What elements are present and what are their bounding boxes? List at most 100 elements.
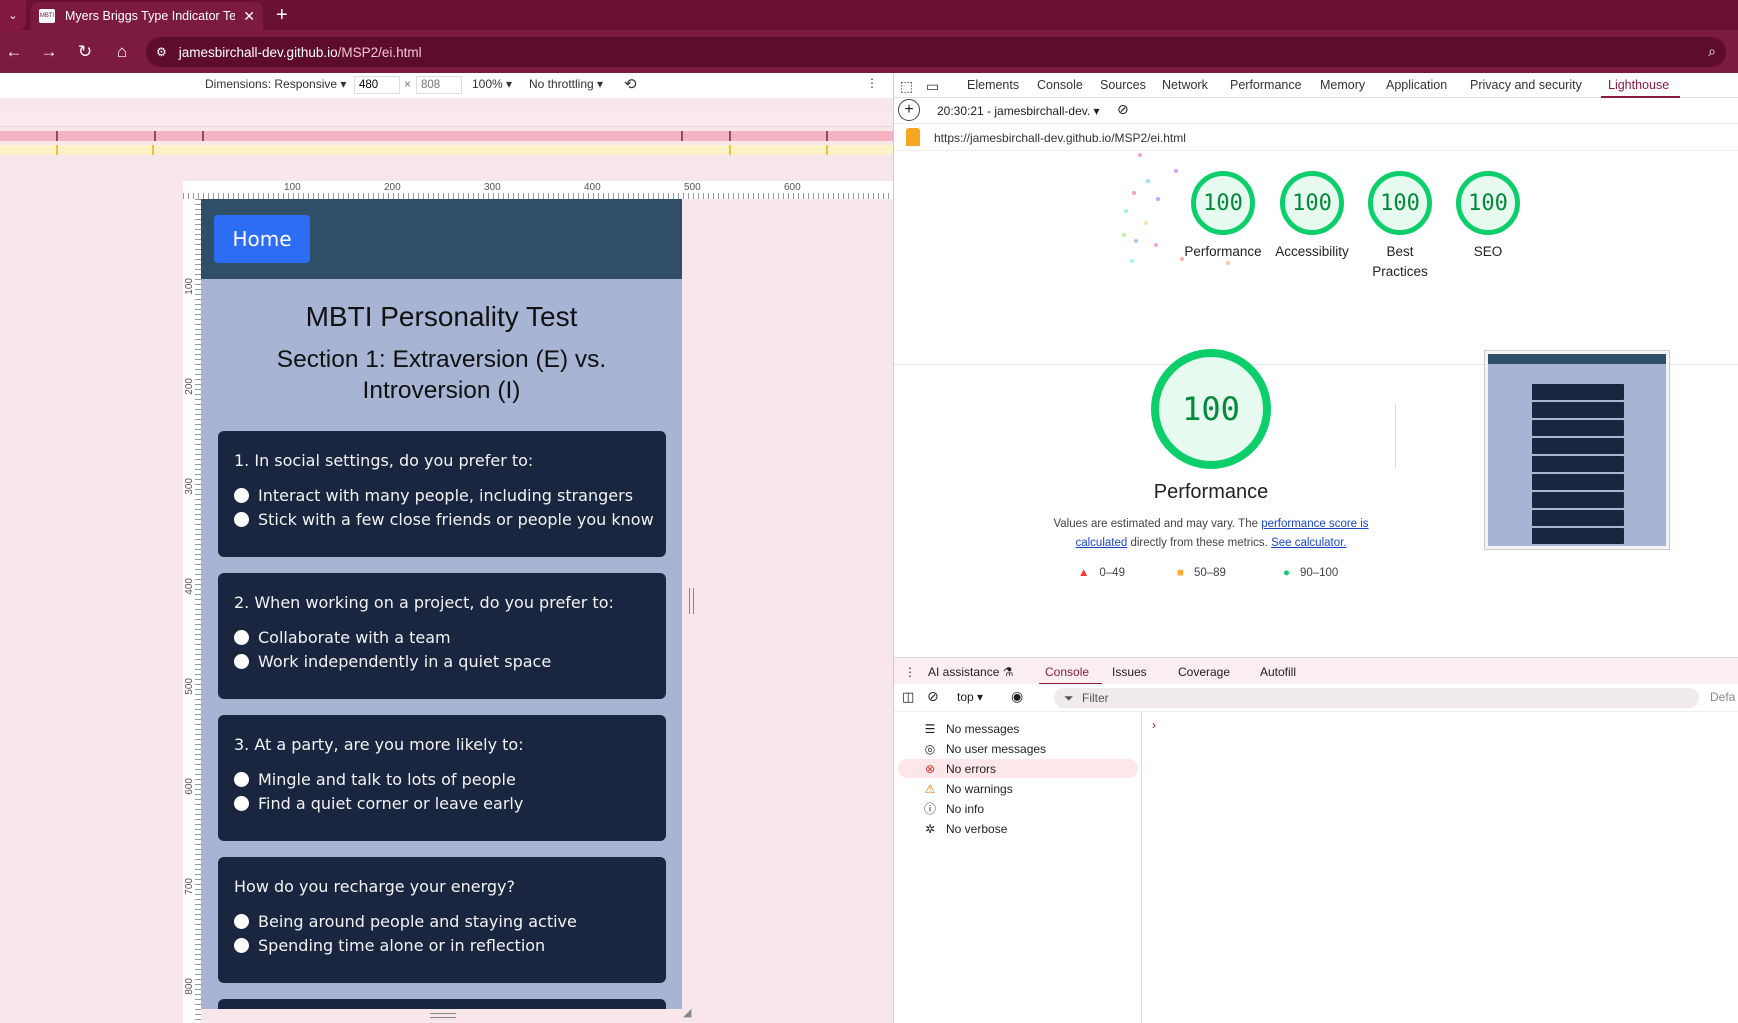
more-options-icon[interactable]: ⋮ <box>866 76 878 90</box>
ruler-label: 600 <box>184 778 195 795</box>
arrow-right-icon: → <box>40 42 58 61</box>
media-query-row-2[interactable] <box>0 131 893 141</box>
sidebar-item-messages[interactable]: ☰ No messages <box>898 719 1138 738</box>
console-filter-input[interactable]: ⏷ Filter <box>1054 688 1699 708</box>
zoom-dropdown[interactable]: 100% ▾ <box>472 77 512 91</box>
answer-option[interactable]: Work independently in a quiet space <box>234 652 551 671</box>
tab-console[interactable]: Console <box>1037 78 1083 92</box>
url-host: jamesbirchall-dev.github.io <box>178 44 338 60</box>
site-info-icon[interactable]: ⚙ <box>156 45 167 59</box>
radio-button[interactable] <box>234 914 249 929</box>
legend-range: 50–89 <box>1193 567 1226 579</box>
tab-network[interactable]: Network <box>1162 78 1208 92</box>
address-bar[interactable]: ⚙ jamesbirchall-dev.github.io/MSP2/ei.ht… <box>146 37 1726 67</box>
media-query-row-3[interactable] <box>0 145 893 155</box>
close-icon[interactable]: ✕ <box>243 8 255 25</box>
question-text: 3. At a party, are you more likely to: <box>234 735 524 754</box>
eye-icon[interactable]: ◉ <box>1011 688 1023 705</box>
sidebar-item-user-messages[interactable]: ◎ No user messages <box>898 739 1138 758</box>
reload-button[interactable]: ↻ <box>72 39 98 65</box>
main-score-label: Performance <box>1153 481 1269 503</box>
media-tick <box>826 145 828 155</box>
score-gauge-seo[interactable]: 100 SEO <box>1456 171 1520 262</box>
tab-performance[interactable]: Performance <box>1230 78 1302 92</box>
final-screenshot-thumbnail[interactable] <box>1484 350 1670 550</box>
tab-ai-assistance[interactable]: AI assistance ⚗ <box>928 665 1013 679</box>
report-selector[interactable]: 20:30:21 - jamesbirchall-dev. ▾ <box>937 104 1100 118</box>
width-input[interactable] <box>354 76 400 94</box>
add-report-icon[interactable]: + <box>898 99 920 121</box>
default-levels-dropdown[interactable]: Defa <box>1710 690 1735 704</box>
radio-button[interactable] <box>234 796 249 811</box>
answer-option[interactable]: Spending time alone or in reflection <box>234 936 545 955</box>
tab-application[interactable]: Application <box>1386 78 1447 92</box>
option-label: Mingle and talk to lots of people <box>258 770 516 789</box>
answer-option[interactable]: Collaborate with a team <box>234 628 451 647</box>
legend-fail: ▲ 0–49 <box>1078 567 1125 579</box>
home-button[interactable]: ⌂ <box>109 39 135 65</box>
media-query-row-1[interactable] <box>0 109 893 127</box>
sidebar-item-verbose[interactable]: ✲ No verbose <box>898 819 1138 838</box>
radio-button[interactable] <box>234 630 249 645</box>
drawer-tab-console[interactable]: Console <box>1045 665 1089 679</box>
drawer-tab-issues[interactable]: Issues <box>1112 665 1147 679</box>
sidebar-item-errors[interactable]: ⊗ No errors <box>898 759 1138 778</box>
answer-option[interactable]: Interact with many people, including str… <box>234 486 633 505</box>
drawer-tab-autofill[interactable]: Autofill <box>1260 665 1296 679</box>
dimensions-dropdown[interactable]: Dimensions: Responsive ▾ <box>205 77 346 91</box>
tab-memory[interactable]: Memory <box>1320 78 1365 92</box>
media-tick <box>202 131 204 141</box>
sidebar-label: No info <box>946 801 985 816</box>
console-prompt[interactable]: › <box>1152 718 1156 732</box>
answer-option[interactable]: Find a quiet corner or leave early <box>234 794 523 813</box>
thumbnail-card <box>1532 492 1624 508</box>
radio-button[interactable] <box>234 654 249 669</box>
new-tab-button[interactable]: + <box>276 4 288 27</box>
circle-icon: ● <box>1283 567 1290 579</box>
throttling-dropdown[interactable]: No throttling ▾ <box>529 77 603 91</box>
device-toggle-icon[interactable]: ▭ <box>926 78 939 95</box>
zoom-icon[interactable]: ⌕ <box>1708 43 1716 60</box>
tab-lighthouse[interactable]: Lighthouse <box>1608 78 1669 92</box>
score-gauge-best-practices[interactable]: 100 Best Practices <box>1368 171 1432 282</box>
answer-option[interactable]: Mingle and talk to lots of people <box>234 770 516 789</box>
context-selector[interactable]: top ▾ <box>957 690 983 704</box>
drawer-tab-coverage[interactable]: Coverage <box>1178 665 1230 679</box>
radio-button[interactable] <box>234 512 249 527</box>
clear-console-icon[interactable]: ⊘ <box>927 688 939 705</box>
separator <box>1395 403 1396 469</box>
resize-corner-icon[interactable]: ◢ <box>683 1006 695 1019</box>
forward-button[interactable]: → <box>36 39 62 65</box>
inspect-element-icon[interactable]: ⬚ <box>900 78 913 95</box>
option-label: Find a quiet corner or leave early <box>258 794 524 813</box>
score-gauge-performance[interactable]: 100 Performance <box>1184 171 1262 262</box>
back-button[interactable]: ← <box>1 39 27 65</box>
radio-button[interactable] <box>234 488 249 503</box>
confetti-dot <box>1138 153 1142 157</box>
score-note: Values are estimated and may vary. The p… <box>1034 515 1388 553</box>
sidebar-toggle-icon[interactable]: ◫ <box>902 689 914 705</box>
confetti-dot <box>1144 221 1148 225</box>
tab-elements[interactable]: Elements <box>967 78 1019 92</box>
clear-report-icon[interactable]: ⊘ <box>1117 101 1129 118</box>
tab-sources[interactable]: Sources <box>1100 78 1146 92</box>
answer-option[interactable]: Being around people and staying active <box>234 912 577 931</box>
rotate-icon[interactable]: ⟲ <box>624 75 637 93</box>
confetti-dot <box>1174 169 1178 173</box>
resize-handle-right[interactable] <box>689 588 694 614</box>
radio-button[interactable] <box>234 772 249 787</box>
page-home-button[interactable]: Home <box>214 215 310 263</box>
resize-handle-bottom[interactable] <box>430 1013 456 1018</box>
tab-search-button[interactable]: ⌄ <box>0 0 26 30</box>
sidebar-item-warnings[interactable]: ⚠ No warnings <box>898 779 1138 798</box>
sidebar-item-info[interactable]: ⓘ No info <box>898 799 1138 818</box>
report-url: https://jamesbirchall-dev.github.io/MSP2… <box>934 131 1186 145</box>
height-input[interactable] <box>416 76 462 94</box>
radio-button[interactable] <box>234 938 249 953</box>
browser-tab[interactable]: MBTI Myers Briggs Type Indicator Tes ✕ <box>31 2 263 30</box>
drawer-menu-icon[interactable]: ⋮ <box>904 665 916 679</box>
answer-option[interactable]: Stick with a few close friends or people… <box>234 510 654 529</box>
see-calculator-link[interactable]: See calculator. <box>1271 537 1346 549</box>
score-gauge-accessibility[interactable]: 100 Accessibility <box>1275 171 1349 262</box>
tab-privacy-security[interactable]: Privacy and security <box>1470 78 1582 92</box>
